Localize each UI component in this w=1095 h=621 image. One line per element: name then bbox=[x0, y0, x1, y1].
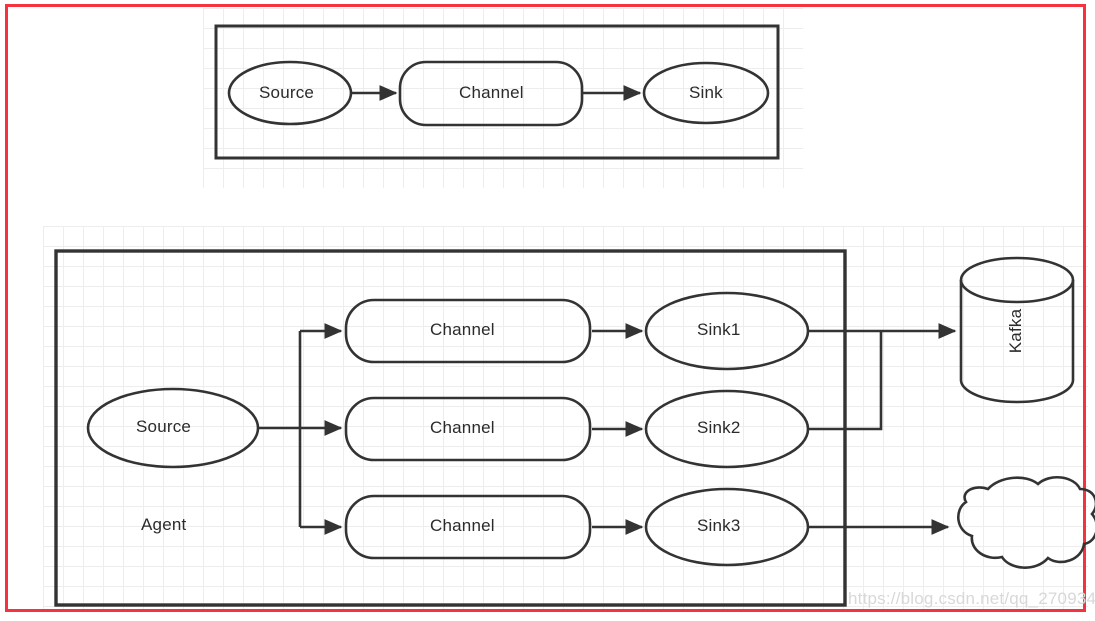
channel-label-1: Channel bbox=[430, 320, 495, 339]
diagram-canvas: Source Channel Sink Source Agent Channel… bbox=[0, 0, 1095, 621]
watermark-text: https://blog.csdn.net/qq_27093465 bbox=[848, 589, 1095, 608]
top-sink-label: Sink bbox=[689, 83, 723, 102]
sink-label-2: Sink2 bbox=[697, 418, 741, 437]
agent-label: Agent bbox=[141, 515, 187, 534]
top-channel-label: Channel bbox=[459, 83, 524, 102]
top-source-label: Source bbox=[259, 83, 315, 102]
cloud-shape[interactable] bbox=[957, 476, 1095, 569]
kafka-label: Kafka bbox=[1006, 308, 1026, 354]
sink-label-1: Sink1 bbox=[697, 320, 741, 339]
channel-label-2: Channel bbox=[430, 418, 495, 437]
sink-label-3: Sink3 bbox=[697, 516, 741, 535]
channel-label-3: Channel bbox=[430, 516, 495, 535]
main-source-label: Source bbox=[136, 417, 192, 436]
